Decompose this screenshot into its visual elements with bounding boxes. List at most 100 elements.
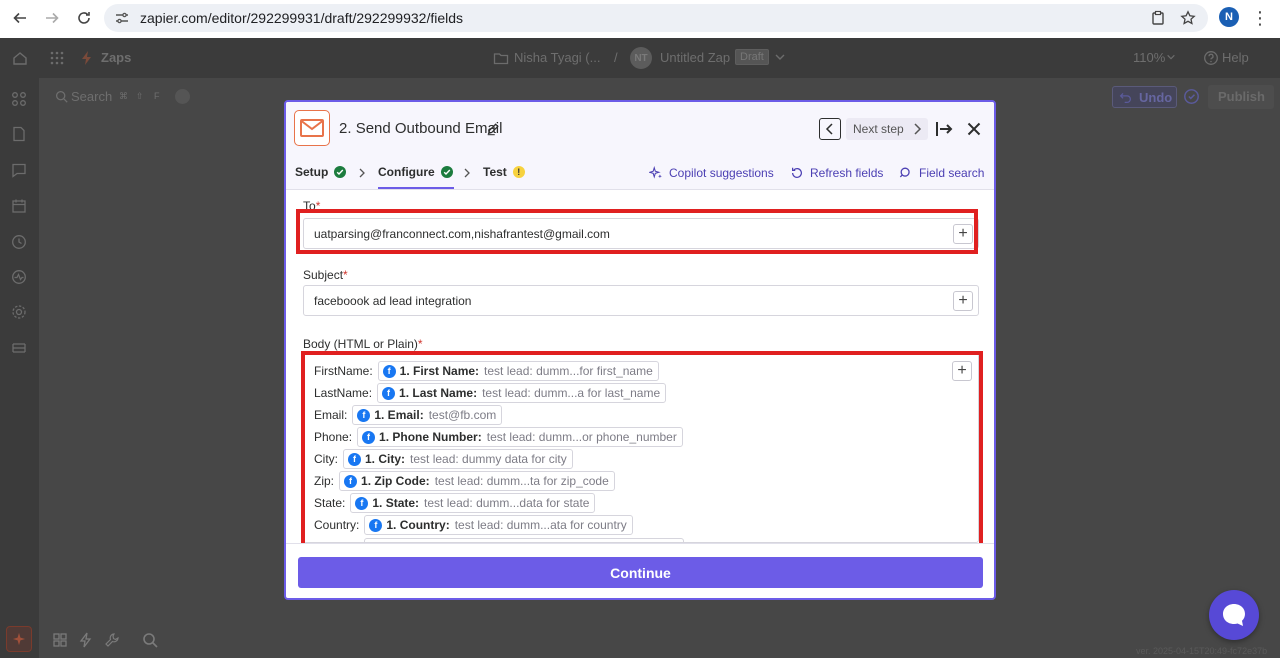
history-icon[interactable] [11,234,27,250]
zap-name[interactable]: Untitled Zap [660,50,730,65]
tab-label: Configure [378,165,435,179]
to-field[interactable]: uatparsing@franconnect.com,nishafrantest… [303,218,979,249]
chat-support-button[interactable] [1209,590,1259,640]
reload-button[interactable] [68,2,100,34]
modal-header: 2. Send Outbound Email Next step [286,102,994,156]
url-text: zapier.com/editor/292299931/draft/292299… [140,10,464,26]
body-field[interactable]: + FirstName: f 1. First Name: test lead: d… [303,353,979,543]
field-search-link[interactable]: Field search [899,166,984,180]
chevron-down-icon[interactable] [774,51,786,63]
undo-button[interactable]: Undo [1112,86,1177,108]
section-title[interactable]: Zaps [101,50,131,65]
pill-value: test lead: dumm...ata for country [454,518,627,532]
required-mark: * [343,268,348,282]
copilot-suggestions-link[interactable]: Copilot suggestions [649,166,774,180]
subject-field[interactable]: faceboook ad lead integration + [303,285,979,316]
sparkle-icon [12,632,26,646]
close-icon[interactable] [966,121,982,137]
active-tab-indicator [378,187,454,189]
row-label: Zip: [314,474,335,488]
settings-icon[interactable] [11,304,27,320]
required-mark: * [417,337,423,351]
facebook-icon: f [362,430,376,444]
zoom-level[interactable]: 110% [1133,50,1165,65]
wrench-icon[interactable] [104,632,120,648]
mapped-field-pill[interactable]: f 1. Last Name: test lead: dumm...a for la… [377,383,667,403]
facebook-icon: f [382,386,396,400]
mapped-field-pill[interactable]: f 1. Country: test lead: dumm...ata for co… [364,515,633,535]
check-circle-icon [334,166,347,178]
zoom-chevron-icon[interactable] [1166,52,1176,62]
next-step-button[interactable]: Next step [846,118,928,140]
insert-data-button[interactable]: + [953,224,973,244]
calendar-icon[interactable] [11,198,27,214]
arrow-left-icon [13,12,26,24]
mapped-field-pill[interactable]: f 1. State: test lead: dumm...data for sta… [350,493,596,513]
clipboard-icon[interactable] [1150,10,1166,26]
help-icon[interactable] [1203,50,1219,66]
pencil-icon[interactable] [486,122,500,136]
divider [286,543,994,544]
bolt-icon[interactable] [78,632,94,648]
layout-icon[interactable] [52,632,68,648]
step-title[interactable]: 2. Send Outbound Email [339,120,502,137]
publish-button[interactable]: Publish [1208,85,1274,109]
address-bar[interactable]: zapier.com/editor/292299931/draft/292299… [104,4,1208,32]
components-icon[interactable] [11,91,27,107]
search-icon[interactable] [55,90,68,103]
canvas-toolbar [52,626,174,654]
document-icon[interactable] [11,126,27,142]
pill-key: 1. Zip Code: [361,474,430,488]
insert-data-button[interactable]: + [952,361,972,381]
copilot-launcher-button[interactable] [6,626,32,652]
mapped-field-pill[interactable]: f 1. Zip Code: test lead: dumm...ta for zi… [339,471,615,491]
insert-data-button[interactable]: + [953,291,973,311]
mapped-field-pill[interactable]: f 1. City: test lead: dummy data for city [343,449,573,469]
forward-button[interactable] [36,2,68,34]
expand-panel-icon[interactable] [935,120,953,138]
tab-setup[interactable]: Setup [295,165,347,179]
continue-button[interactable]: Continue [298,557,983,588]
apps-grid-icon[interactable] [49,50,65,66]
mapped-field-pill[interactable]: f 1. Email: test@fb.com [352,405,503,425]
browser-menu-icon[interactable]: ⋮ [1251,8,1269,28]
body-row: State: f 1. State: test lead: dumm...data … [314,493,596,513]
mapped-field-pill[interactable]: f 1. First Name: test lead: dumm...for fir… [377,361,659,381]
tab-test[interactable]: Test ! [483,165,525,179]
mapped-field-pill[interactable]: f 1. Phone Number: test lead: dumm...or ph… [357,427,683,447]
tab-configure[interactable]: Configure [378,165,453,179]
canvas-search-label[interactable]: Search [71,89,112,104]
comment-icon[interactable] [11,162,27,178]
shortcut-key: ⌘ [119,91,128,101]
step-title-text: Send Outbound Email [355,120,503,137]
activity-icon[interactable] [11,269,27,285]
pill-key: 1. First Name: [399,364,480,378]
facebook-icon: f [355,496,369,510]
pill-value: test lead: dumm...a for last_name [482,386,661,400]
home-icon[interactable] [12,50,28,66]
body-row: Phone: f 1. Phone Number: test lead: dumm.… [314,427,683,447]
pill-key: 1. City: [365,452,406,466]
reload-icon [78,12,90,24]
row-label: Phone: [314,430,353,444]
site-settings-icon[interactable] [114,10,130,26]
body-row: LastName: f 1. Last Name: test lead: dumm.… [314,383,667,403]
body-row: Country: f 1. Country: test lead: dumm...a… [314,515,633,535]
layers-icon[interactable] [11,340,27,356]
bookmark-star-icon[interactable] [1180,10,1196,26]
profile-avatar[interactable]: N [1219,7,1239,27]
pill-value: test lead: dummy data for city [410,452,567,466]
previous-step-button[interactable] [819,118,841,140]
body-label: Body (HTML or Plain)* [303,337,423,351]
version-history-icon[interactable] [1183,88,1200,105]
publish-label: Publish [1218,89,1265,104]
facebook-icon: f [357,408,371,422]
back-button[interactable] [4,2,36,34]
row-label: Email: [314,408,348,422]
chevron-right-icon [914,123,922,135]
envelope-icon [300,119,324,137]
folder-owner[interactable]: Nisha Tyagi (... [514,50,600,65]
help-label[interactable]: Help [1222,50,1249,65]
search-icon[interactable] [142,632,158,648]
refresh-fields-link[interactable]: Refresh fields [790,166,883,180]
